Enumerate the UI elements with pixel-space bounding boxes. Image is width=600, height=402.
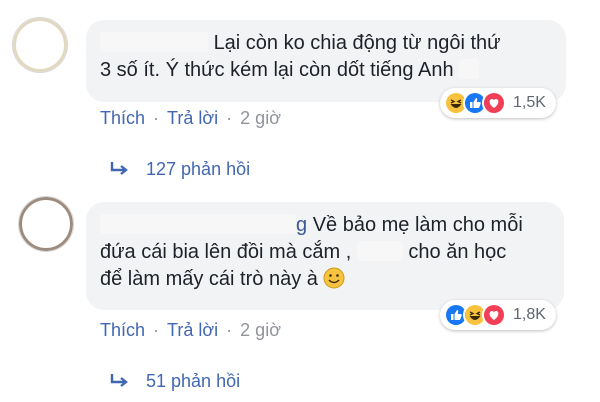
comment-text-line1: Lại còn ko chia động từ ngôi thứ bbox=[213, 32, 501, 54]
replies-count[interactable]: 127 phản hồi bbox=[146, 159, 250, 180]
redacted-author-name[interactable] bbox=[100, 214, 296, 234]
comment-text-line2-end: cho ăn học bbox=[408, 241, 507, 263]
reaction-summary[interactable]: 1,8K bbox=[440, 300, 556, 330]
timestamp[interactable]: 2 giờ bbox=[240, 108, 281, 129]
avatar[interactable] bbox=[12, 17, 68, 73]
redacted-text bbox=[459, 59, 480, 79]
reaction-count: 1,5K bbox=[513, 94, 546, 111]
smile-emoji-icon bbox=[323, 267, 345, 289]
love-icon bbox=[482, 91, 506, 115]
comment-text-line1: Về bảo mẹ làm cho mỗi bbox=[312, 214, 523, 236]
separator-dot: · bbox=[226, 108, 233, 128]
reaction-summary[interactable]: 1,5K bbox=[440, 88, 556, 118]
redacted-author-name[interactable] bbox=[100, 32, 208, 52]
reply-arrow-icon bbox=[110, 162, 128, 175]
comment-bubble: g Về bảo mẹ làm cho mỗi đứa cái bia lên … bbox=[86, 202, 564, 310]
comment-text-line2: 3 số ít. Ý thức kém lại còn dốt tiếng An… bbox=[100, 59, 454, 81]
reaction-count: 1,8K bbox=[513, 306, 546, 323]
replies-count[interactable]: 51 phản hồi bbox=[146, 371, 240, 392]
separator-dot: · bbox=[226, 320, 233, 340]
comment-text-line2: đứa cái bia lên đồi mà cắm , bbox=[100, 241, 352, 263]
reply-link[interactable]: Trả lời bbox=[167, 108, 218, 129]
love-icon bbox=[482, 303, 506, 327]
author-name-tail[interactable]: g bbox=[296, 214, 307, 236]
view-replies[interactable]: 51 phản hồi bbox=[108, 370, 240, 392]
like-link[interactable]: Thích bbox=[100, 320, 145, 341]
comment-actions: Thích · Trả lời · 2 giờ bbox=[100, 108, 281, 129]
reply-arrow-icon bbox=[110, 374, 128, 387]
reply-link[interactable]: Trả lời bbox=[167, 320, 218, 341]
comment-text-line3: để làm mấy cái trò này à bbox=[100, 268, 318, 290]
view-replies[interactable]: 127 phản hồi bbox=[108, 158, 250, 180]
separator-dot: · bbox=[153, 108, 160, 128]
separator-dot: · bbox=[153, 320, 160, 340]
timestamp[interactable]: 2 giờ bbox=[240, 320, 281, 341]
redacted-text bbox=[356, 241, 403, 261]
avatar[interactable] bbox=[18, 196, 74, 252]
comment-actions: Thích · Trả lời · 2 giờ bbox=[100, 320, 281, 341]
like-link[interactable]: Thích bbox=[100, 108, 145, 129]
